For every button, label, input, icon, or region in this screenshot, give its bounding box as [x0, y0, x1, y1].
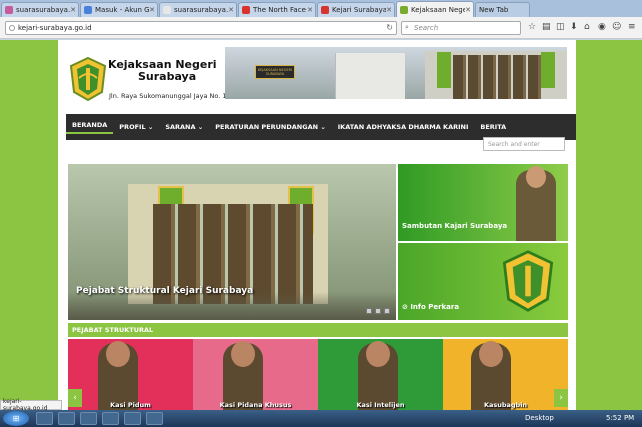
- carousel-prev-icon[interactable]: ‹: [68, 389, 82, 407]
- taskbar: ⊞ Desktop 5:52 PM: [0, 410, 642, 427]
- browser-tab-active[interactable]: Kejaksaan Negeri S...✕: [396, 1, 474, 17]
- info-perkara-panel[interactable]: ⊘ Info Perkara: [398, 243, 568, 320]
- official-card[interactable]: Kasi Intelijen: [318, 339, 443, 410]
- menu-item-profil[interactable]: PROFIL ⌄: [113, 123, 159, 131]
- site-container: Kejaksaan Negeri Surabaya Jln. Raya Suko…: [58, 40, 576, 410]
- link-icon: ⊘: [402, 303, 408, 311]
- menu-icon[interactable]: ≡: [628, 22, 636, 32]
- browser-tab[interactable]: Masuk - Akun Goo...✕: [80, 2, 158, 17]
- browser-tab[interactable]: suarasurabaya.net v04 ...✕: [159, 2, 237, 17]
- search-icon: ⌕: [405, 23, 409, 31]
- favicon-icon: [321, 6, 329, 14]
- bookmark-star-icon[interactable]: ☆: [528, 22, 536, 32]
- chat-icon[interactable]: ☺: [612, 22, 621, 32]
- reading-list-icon[interactable]: ▤: [542, 22, 551, 32]
- site-search-input[interactable]: Search and enter: [483, 137, 565, 151]
- site-title-city: Surabaya: [138, 70, 197, 83]
- close-tab-icon[interactable]: ✕: [465, 6, 471, 14]
- official-caption: Kasi Intelijen: [356, 401, 405, 409]
- emblem-icon: [502, 250, 554, 312]
- browser-tab[interactable]: The North Face® | ...✕: [238, 2, 316, 17]
- tab-bar: suarasurabaya.net✕ Masuk - Akun Goo...✕ …: [0, 0, 642, 17]
- slider-dot[interactable]: [384, 308, 390, 314]
- paint-taskbar-icon[interactable]: [80, 412, 97, 425]
- clock: 5:52 PM: [606, 414, 635, 422]
- favicon-icon: [84, 6, 92, 14]
- browser-tab[interactable]: Kejari Surabaya lau...✕: [317, 2, 395, 17]
- slider-caption: Pejabat Struktural Kejari Surabaya: [76, 286, 254, 296]
- close-tab-icon[interactable]: ✕: [228, 6, 234, 14]
- browser-navbar: kejari-surabaya.go.id ↻ ⌕ Search ☆ ▤ ◫ ⬇…: [0, 17, 642, 39]
- slider-dot[interactable]: [375, 308, 381, 314]
- official-card[interactable]: Kasi Pidana Khusus: [193, 339, 318, 410]
- menu-item-sarana[interactable]: SARANA ⌄: [159, 123, 209, 131]
- kejaksaan-logo[interactable]: [68, 56, 108, 102]
- browser-tab[interactable]: suarasurabaya.net✕: [1, 2, 79, 17]
- favicon-icon: [400, 5, 408, 14]
- favicon-icon: [163, 6, 171, 14]
- download-icon[interactable]: ⬇: [570, 22, 578, 32]
- section-title: PEJABAT STRUKTURAL: [68, 323, 568, 337]
- chevron-down-icon: ⌄: [147, 123, 154, 131]
- menu-item-berita[interactable]: BERITA: [474, 123, 512, 131]
- sync-icon[interactable]: ◉: [598, 22, 606, 32]
- carousel-next-icon[interactable]: ›: [554, 389, 568, 407]
- close-tab-icon[interactable]: ✕: [386, 6, 392, 14]
- chevron-down-icon: ⌄: [197, 123, 204, 131]
- sambutan-caption: Sambutan Kajari Surabaya: [402, 222, 508, 230]
- page-background: Kejaksaan Negeri Surabaya Jln. Raya Suko…: [0, 40, 642, 410]
- browser-tab[interactable]: New Tab: [475, 2, 530, 17]
- header-photo: KEJAKSAAN NEGERI SURABAYA: [225, 47, 567, 99]
- info-perkara-caption: ⊘ Info Perkara: [402, 303, 460, 311]
- browser-search-input[interactable]: ⌕ Search: [401, 21, 521, 35]
- hero-slider[interactable]: Pejabat Struktural Kejari Surabaya: [68, 164, 396, 320]
- app-taskbar-icon[interactable]: [124, 412, 141, 425]
- app-taskbar-icon[interactable]: [146, 412, 163, 425]
- close-tab-icon[interactable]: ✕: [149, 6, 155, 14]
- home-icon[interactable]: ⌂: [584, 22, 590, 32]
- menu-item-peraturan[interactable]: PERATURAN PERUNDANGAN ⌄: [209, 123, 332, 131]
- slider-dot[interactable]: [366, 308, 372, 314]
- desktop-toolbar[interactable]: Desktop: [525, 414, 554, 422]
- menu-item-ikatan[interactable]: IKATAN ADHYAKSA DHARMA KARINI: [332, 123, 475, 131]
- reload-icon[interactable]: ↻: [386, 23, 393, 32]
- site-address: Jln. Raya Sukomanunggal Jaya No. 1: [109, 92, 227, 100]
- official-caption: Kasi Pidana Khusus: [219, 401, 292, 409]
- favicon-icon: [5, 6, 13, 14]
- official-card[interactable]: Kasi Pidum: [68, 339, 193, 410]
- favicon-icon: [242, 6, 250, 14]
- header-building-sign: KEJAKSAAN NEGERI SURABAYA: [255, 65, 295, 79]
- close-tab-icon[interactable]: ✕: [70, 6, 76, 14]
- official-caption: Kasubagbin: [483, 401, 528, 409]
- app-taskbar-icon[interactable]: [102, 412, 119, 425]
- slider-pager: [366, 308, 390, 314]
- chevron-down-icon: ⌄: [320, 123, 326, 131]
- firefox-taskbar-icon[interactable]: [58, 412, 75, 425]
- start-button[interactable]: ⊞: [3, 411, 29, 426]
- status-bar-url: kejari-surabaya.go.id: [0, 398, 62, 412]
- url-bar[interactable]: kejari-surabaya.go.id ↻: [5, 21, 397, 35]
- official-card[interactable]: Kasubagbin: [443, 339, 568, 410]
- official-caption: Kasi Pidum: [110, 401, 151, 409]
- globe-icon: [9, 25, 15, 31]
- sambutan-panel[interactable]: Sambutan Kajari Surabaya: [398, 164, 568, 241]
- close-tab-icon[interactable]: ✕: [307, 6, 313, 14]
- menu-item-beranda[interactable]: BERANDA: [66, 121, 114, 134]
- explorer-taskbar-icon[interactable]: [36, 412, 53, 425]
- pocket-icon[interactable]: ◫: [556, 22, 565, 32]
- officials-carousel: Kasi Pidum Kasi Pidana Khusus Kasi Intel…: [68, 339, 568, 410]
